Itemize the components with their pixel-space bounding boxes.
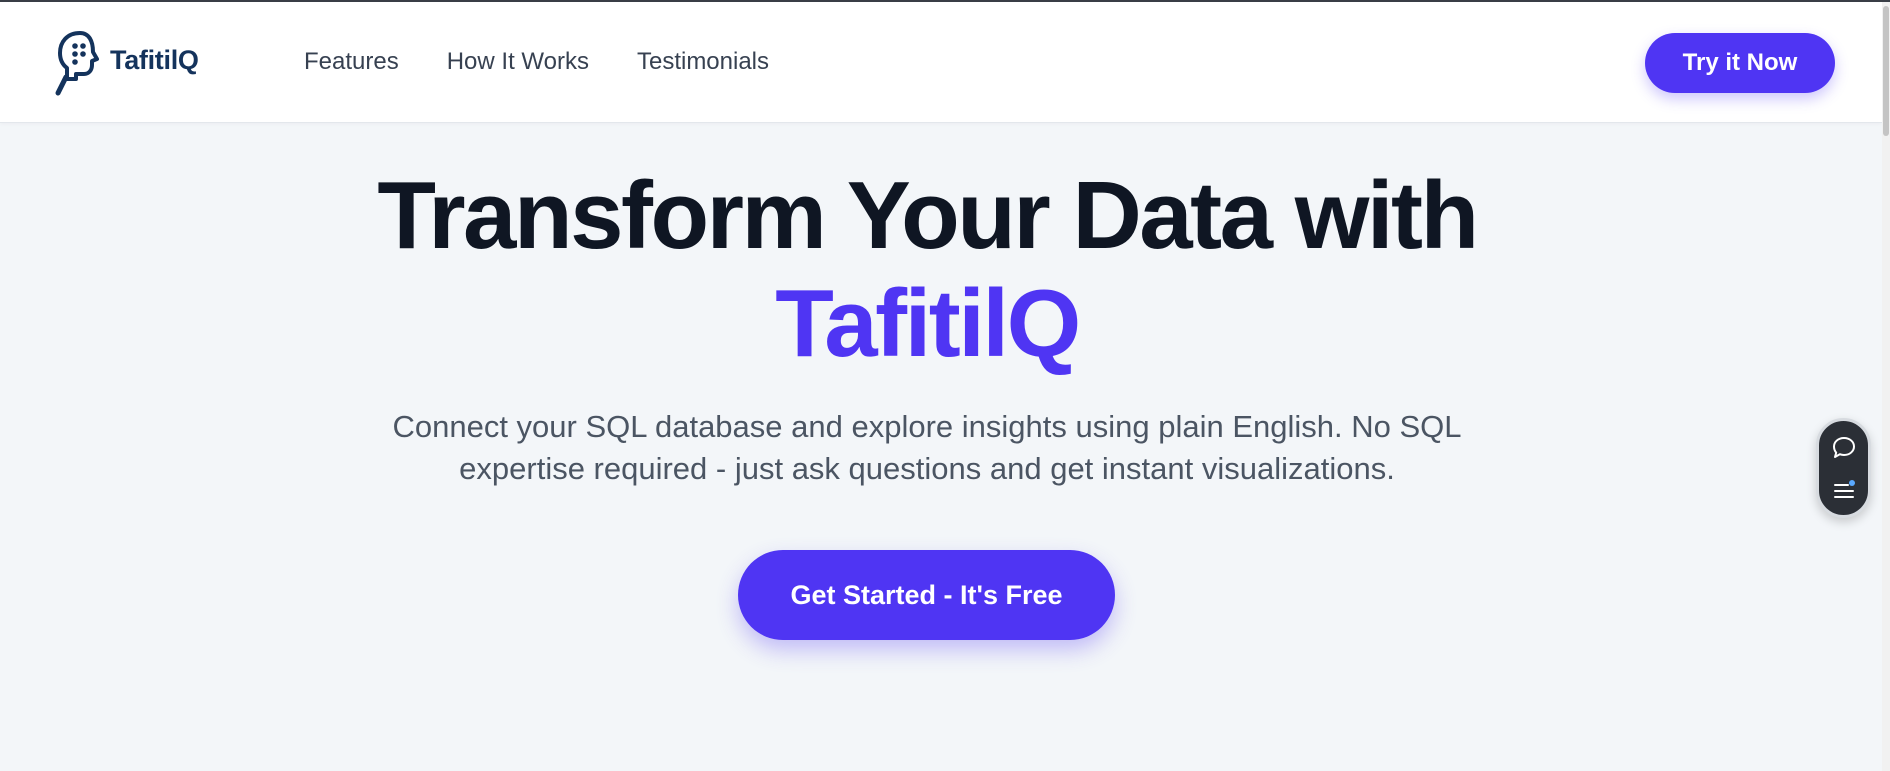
hero-title-main: Transform Your Data with [377, 162, 1479, 269]
menu-icon[interactable] [1831, 477, 1857, 503]
site-header: TafitilQ Features How It Works Testimoni… [0, 2, 1882, 123]
nav-item-how-it-works[interactable]: How It Works [447, 48, 589, 76]
nav-item-testimonials[interactable]: Testimonials [637, 48, 769, 76]
hero-title-accent: TafitilQ [775, 270, 1081, 377]
get-started-button[interactable]: Get Started - It's Free [738, 550, 1115, 640]
scrollbar-thumb[interactable] [1883, 6, 1889, 136]
hero-subtitle: Connect your SQL database and explore in… [392, 409, 1462, 486]
brand-name: TafitilQ [110, 44, 199, 75]
main-nav: Features How It Works Testimonials [304, 48, 769, 76]
chat-bubble-icon[interactable] [1831, 435, 1857, 461]
head-brain-logo-icon [55, 31, 99, 96]
nav-item-features[interactable]: Features [304, 48, 399, 76]
floating-assistant-widget [1816, 418, 1871, 518]
try-it-now-button[interactable]: Try it Now [1645, 33, 1835, 93]
brand-logo[interactable]: TafitilQ [54, 28, 199, 98]
hero-title: Transform Your Data with TafitilQ [0, 162, 1854, 378]
